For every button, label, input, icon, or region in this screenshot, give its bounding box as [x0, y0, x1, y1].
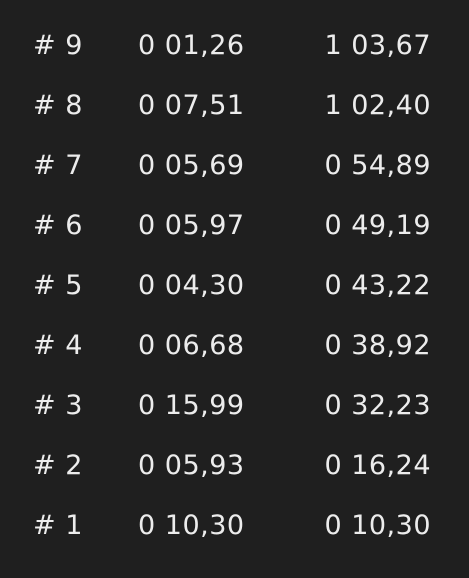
lap-time: 0 05,93	[138, 450, 245, 481]
lap-number: # 1	[33, 510, 83, 541]
lap-time: 0 05,69	[138, 150, 245, 181]
lap-row: # 8 0 07,51 1 02,40	[0, 76, 469, 136]
lap-number: # 2	[33, 450, 83, 481]
total-time: 0 43,22	[324, 270, 431, 301]
total-time: 0 10,30	[324, 510, 431, 541]
lap-time: 0 01,26	[138, 30, 245, 61]
lap-row: # 9 0 01,26 1 03,67	[0, 16, 469, 76]
lap-row: # 5 0 04,30 0 43,22	[0, 256, 469, 316]
lap-list: # 9 0 01,26 1 03,67 # 8 0 07,51 1 02,40 …	[0, 0, 469, 578]
total-time: 0 54,89	[324, 150, 431, 181]
lap-time: 0 07,51	[138, 90, 245, 121]
lap-row: # 1 0 10,30 0 10,30	[0, 496, 469, 556]
lap-time: 0 05,97	[138, 210, 245, 241]
lap-number: # 6	[33, 210, 83, 241]
lap-time: 0 06,68	[138, 330, 245, 361]
lap-row: # 7 0 05,69 0 54,89	[0, 136, 469, 196]
lap-number: # 3	[33, 390, 83, 421]
total-time: 0 16,24	[324, 450, 431, 481]
lap-row: # 4 0 06,68 0 38,92	[0, 316, 469, 376]
lap-row: # 6 0 05,97 0 49,19	[0, 196, 469, 256]
lap-number: # 9	[33, 30, 83, 61]
lap-time: 0 10,30	[138, 510, 245, 541]
lap-number: # 4	[33, 330, 83, 361]
lap-number: # 7	[33, 150, 83, 181]
total-time: 0 32,23	[324, 390, 431, 421]
total-time: 1 02,40	[324, 90, 431, 121]
total-time: 0 38,92	[324, 330, 431, 361]
total-time: 0 49,19	[324, 210, 431, 241]
lap-time: 0 15,99	[138, 390, 245, 421]
lap-number: # 8	[33, 90, 83, 121]
lap-row: # 2 0 05,93 0 16,24	[0, 436, 469, 496]
lap-number: # 5	[33, 270, 83, 301]
lap-row: # 3 0 15,99 0 32,23	[0, 376, 469, 436]
lap-time: 0 04,30	[138, 270, 245, 301]
total-time: 1 03,67	[324, 30, 431, 61]
